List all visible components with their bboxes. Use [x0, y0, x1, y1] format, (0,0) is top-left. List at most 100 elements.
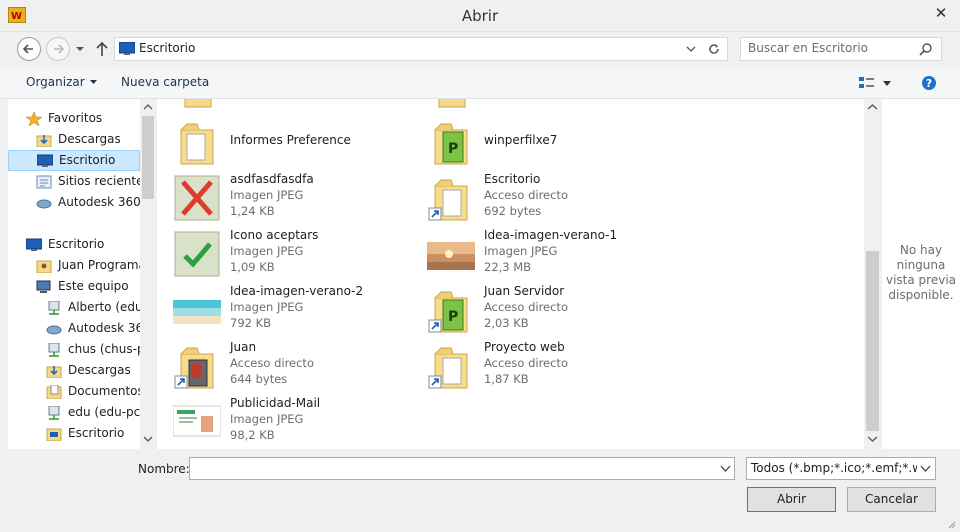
file-type: Imagen JPEG: [484, 244, 558, 258]
nav-item[interactable]: Escritorio: [8, 150, 140, 171]
nav-item[interactable]: Alberto (edu-: [8, 297, 140, 318]
cloud-icon: [46, 322, 62, 336]
nav-item[interactable]: Sitios recientes: [8, 171, 140, 192]
address-bar[interactable]: Escritorio: [114, 37, 728, 61]
file-type-filter[interactable]: Todos (*.bmp;*.ico;*.emf;*.wmf: [746, 457, 936, 480]
refresh-icon[interactable]: [706, 41, 722, 57]
file-name: Idea-imagen-verano-1: [484, 228, 618, 242]
resize-grip-icon[interactable]: [946, 519, 956, 529]
organize-menu[interactable]: Organizar: [26, 75, 98, 89]
nav-item[interactable]: Descargas: [8, 360, 140, 381]
file-type: Acceso directo: [484, 188, 568, 202]
chevron-down-icon: [76, 47, 84, 51]
file-size: 1,09 KB: [230, 260, 275, 274]
chevron-down-icon[interactable]: [685, 44, 697, 54]
nav-item[interactable]: edu (edu-pc): [8, 402, 140, 423]
file-name: Idea-imagen-verano-2: [230, 284, 364, 298]
file-size: 644 bytes: [230, 372, 288, 386]
mail-ad-icon: [172, 398, 222, 446]
user-folder-icon: [36, 259, 52, 273]
folder-shortcut-dark-icon: [173, 342, 221, 390]
file-item[interactable]: Informes Preference: [157, 116, 407, 172]
arrow-left-icon: [22, 44, 33, 54]
folder-icon: [173, 118, 221, 166]
network-drive-icon: [46, 405, 62, 420]
navigation-pane: Favoritos Descargas Escritorio Sitios recie…: [8, 99, 140, 449]
up-button[interactable]: [94, 40, 110, 61]
nav-item-label: Este equipo: [58, 279, 129, 293]
chevron-down-icon[interactable]: [867, 435, 878, 443]
view-options-icon[interactable]: [858, 76, 876, 91]
close-button[interactable]: ✕: [922, 0, 960, 28]
file-name: Icono aceptars: [230, 228, 319, 242]
file-item[interactable]: Idea-imagen-verano-1 Imagen JPEG 22,3 MB: [411, 228, 661, 284]
nav-scrollbar[interactable]: [140, 99, 156, 449]
file-item[interactable]: P Juan Servidor Acceso directo 2,03 KB: [411, 284, 661, 340]
help-icon[interactable]: ?: [921, 75, 937, 91]
network-drive-icon: [46, 300, 62, 315]
desktop-folder-icon: [46, 427, 62, 441]
nav-item[interactable]: Escritorio: [8, 423, 140, 444]
file-item[interactable]: Pwinperfilxe7: [411, 116, 661, 172]
file-name-input[interactable]: [189, 457, 735, 480]
new-folder-button[interactable]: Nueva carpeta: [121, 75, 209, 89]
green-check-icon: [173, 230, 221, 278]
nav-item[interactable]: Autodesk 360: [8, 318, 140, 339]
file-item[interactable]: Proyecto web Acceso directo 1,87 KB: [411, 340, 661, 396]
file-item[interactable]: Publicidad-Mail Imagen JPEG 98,2 KB: [157, 396, 407, 449]
chevron-down-icon[interactable]: [143, 435, 153, 443]
file-item[interactable]: Escritorio Acceso directo 692 bytes: [411, 172, 661, 228]
forward-button[interactable]: [46, 37, 70, 61]
open-button[interactable]: Abrir: [747, 487, 836, 512]
folder-shortcut-icon: [427, 342, 475, 390]
nav-item[interactable]: Juan Programa: [8, 255, 140, 276]
svg-text:?: ?: [926, 77, 932, 90]
window-title: Abrir: [461, 7, 499, 25]
search-box[interactable]: Buscar en Escritorio: [740, 37, 942, 61]
nav-item[interactable]: chus (chus-p: [8, 339, 140, 360]
nav-scroll-thumb[interactable]: [142, 116, 154, 199]
chevron-up-icon[interactable]: [143, 103, 153, 111]
file-item[interactable]: Juan Acceso directo 644 bytes: [157, 340, 407, 396]
folder-icon: [184, 99, 212, 108]
cancel-button[interactable]: Cancelar: [847, 487, 936, 512]
back-button[interactable]: [17, 37, 41, 61]
nav-item[interactable]: Descargas: [8, 129, 140, 150]
chevron-down-icon[interactable]: [882, 80, 892, 88]
file-item[interactable]: asdfasdfasdfa Imagen JPEG 1,24 KB: [157, 172, 407, 228]
nav-item[interactable]: Favoritos: [8, 108, 140, 129]
file-size: 792 KB: [230, 316, 272, 330]
organize-label: Organizar: [26, 75, 85, 89]
file-item[interactable]: Idea-imagen-verano-2 Imagen JPEG 792 KB: [157, 284, 407, 340]
svg-text:P: P: [448, 141, 458, 157]
file-list: Informes Preference Pwinperfilxe7 asdfasdf…: [157, 99, 864, 449]
file-list-scroll-thumb[interactable]: [866, 251, 879, 431]
folder-green-shortcut-icon: P: [427, 286, 475, 334]
recent-locations-dropdown[interactable]: [75, 43, 85, 57]
nav-item[interactable]: Autodesk 360: [8, 192, 140, 213]
file-list-scrollbar[interactable]: [864, 99, 881, 449]
nav-item[interactable]: Escritorio: [8, 234, 140, 255]
file-name: Juan: [230, 340, 257, 354]
beach-sunset-icon: [427, 230, 475, 278]
address-text: Escritorio: [139, 41, 196, 55]
nav-item-label: Sitios recientes: [58, 174, 140, 188]
file-size: 22,3 MB: [484, 260, 532, 274]
nav-item-label: Alberto (edu-: [68, 300, 140, 314]
file-name: Escritorio: [484, 172, 541, 186]
chevron-up-icon[interactable]: [867, 103, 878, 111]
nav-item[interactable]: Documentos: [8, 381, 140, 402]
file-type-filter-value: Todos (*.bmp;*.ico;*.emf;*.wmf: [751, 461, 936, 475]
nav-item[interactable]: Este equipo: [8, 276, 140, 297]
file-name: Informes Preference: [230, 133, 351, 147]
star-icon: [25, 110, 43, 127]
file-name: Publicidad-Mail: [230, 396, 321, 410]
chevron-down-icon: [920, 465, 931, 472]
file-item[interactable]: Icono aceptars Imagen JPEG 1,09 KB: [157, 228, 407, 284]
red-x-icon: [173, 174, 221, 222]
chevron-down-icon: [89, 80, 97, 84]
chevron-down-icon[interactable]: [720, 464, 731, 473]
file-type: Imagen JPEG: [230, 412, 304, 426]
nav-item-label: Favoritos: [48, 111, 103, 125]
